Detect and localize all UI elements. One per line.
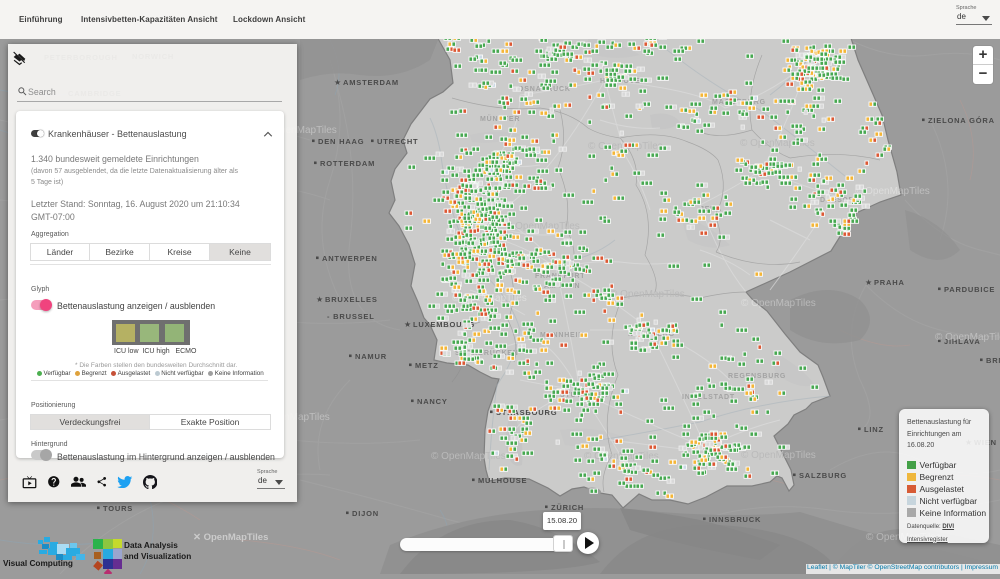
svg-text:ZÜRICH: ZÜRICH (551, 503, 584, 512)
svg-text:★: ★ (404, 320, 411, 329)
svg-text:★: ★ (865, 278, 872, 287)
svg-text:BRUXELLES: BRUXELLES (325, 295, 378, 304)
svg-text:UTRECHT: UTRECHT (377, 137, 418, 146)
svg-text:AMSTERDAM: AMSTERDAM (343, 78, 399, 87)
svg-text:Visual Computing: Visual Computing (3, 559, 73, 568)
svg-text:© OpenMapTiles: © OpenMapTiles (935, 332, 1000, 343)
svg-text:SALZBURG: SALZBURG (799, 471, 847, 480)
svg-text:ANTWERPEN: ANTWERPEN (322, 254, 378, 263)
svg-text:REGENSBURG: REGENSBURG (728, 373, 786, 380)
svg-text:PARDUBICE: PARDUBICE (944, 285, 995, 294)
svg-text:LINZ: LINZ (864, 425, 884, 434)
svg-text:METZ: METZ (415, 361, 439, 370)
svg-text:and Visualization: and Visualization (124, 552, 191, 561)
svg-text:PRAHA: PRAHA (874, 278, 905, 287)
svg-text:- BRUSSEL: - BRUSSEL (327, 312, 375, 321)
svg-text:BRN: BRN (986, 356, 1000, 365)
svg-text:NANCY: NANCY (417, 397, 448, 406)
svg-text:© OpenMapTiles: © OpenMapTiles (741, 450, 816, 461)
svg-text:ROTTERDAM: ROTTERDAM (320, 159, 375, 168)
svg-text:Data Analysis: Data Analysis (124, 541, 178, 550)
svg-text:NAMUR: NAMUR (355, 352, 387, 361)
svg-text:MULHOUSE: MULHOUSE (478, 476, 527, 485)
svg-text:★: ★ (334, 78, 341, 87)
svg-text:★: ★ (316, 295, 323, 304)
svg-text:DEN HAAG: DEN HAAG (318, 137, 364, 146)
svg-text:© OpenMapTiles: © OpenMapTiles (741, 298, 816, 309)
svg-text:INNSBRUCK: INNSBRUCK (709, 515, 761, 524)
svg-text:ZIELONA GÓRA: ZIELONA GÓRA (928, 116, 995, 125)
svg-text:DIJON: DIJON (352, 509, 379, 518)
svg-text:TOURS: TOURS (103, 504, 133, 513)
